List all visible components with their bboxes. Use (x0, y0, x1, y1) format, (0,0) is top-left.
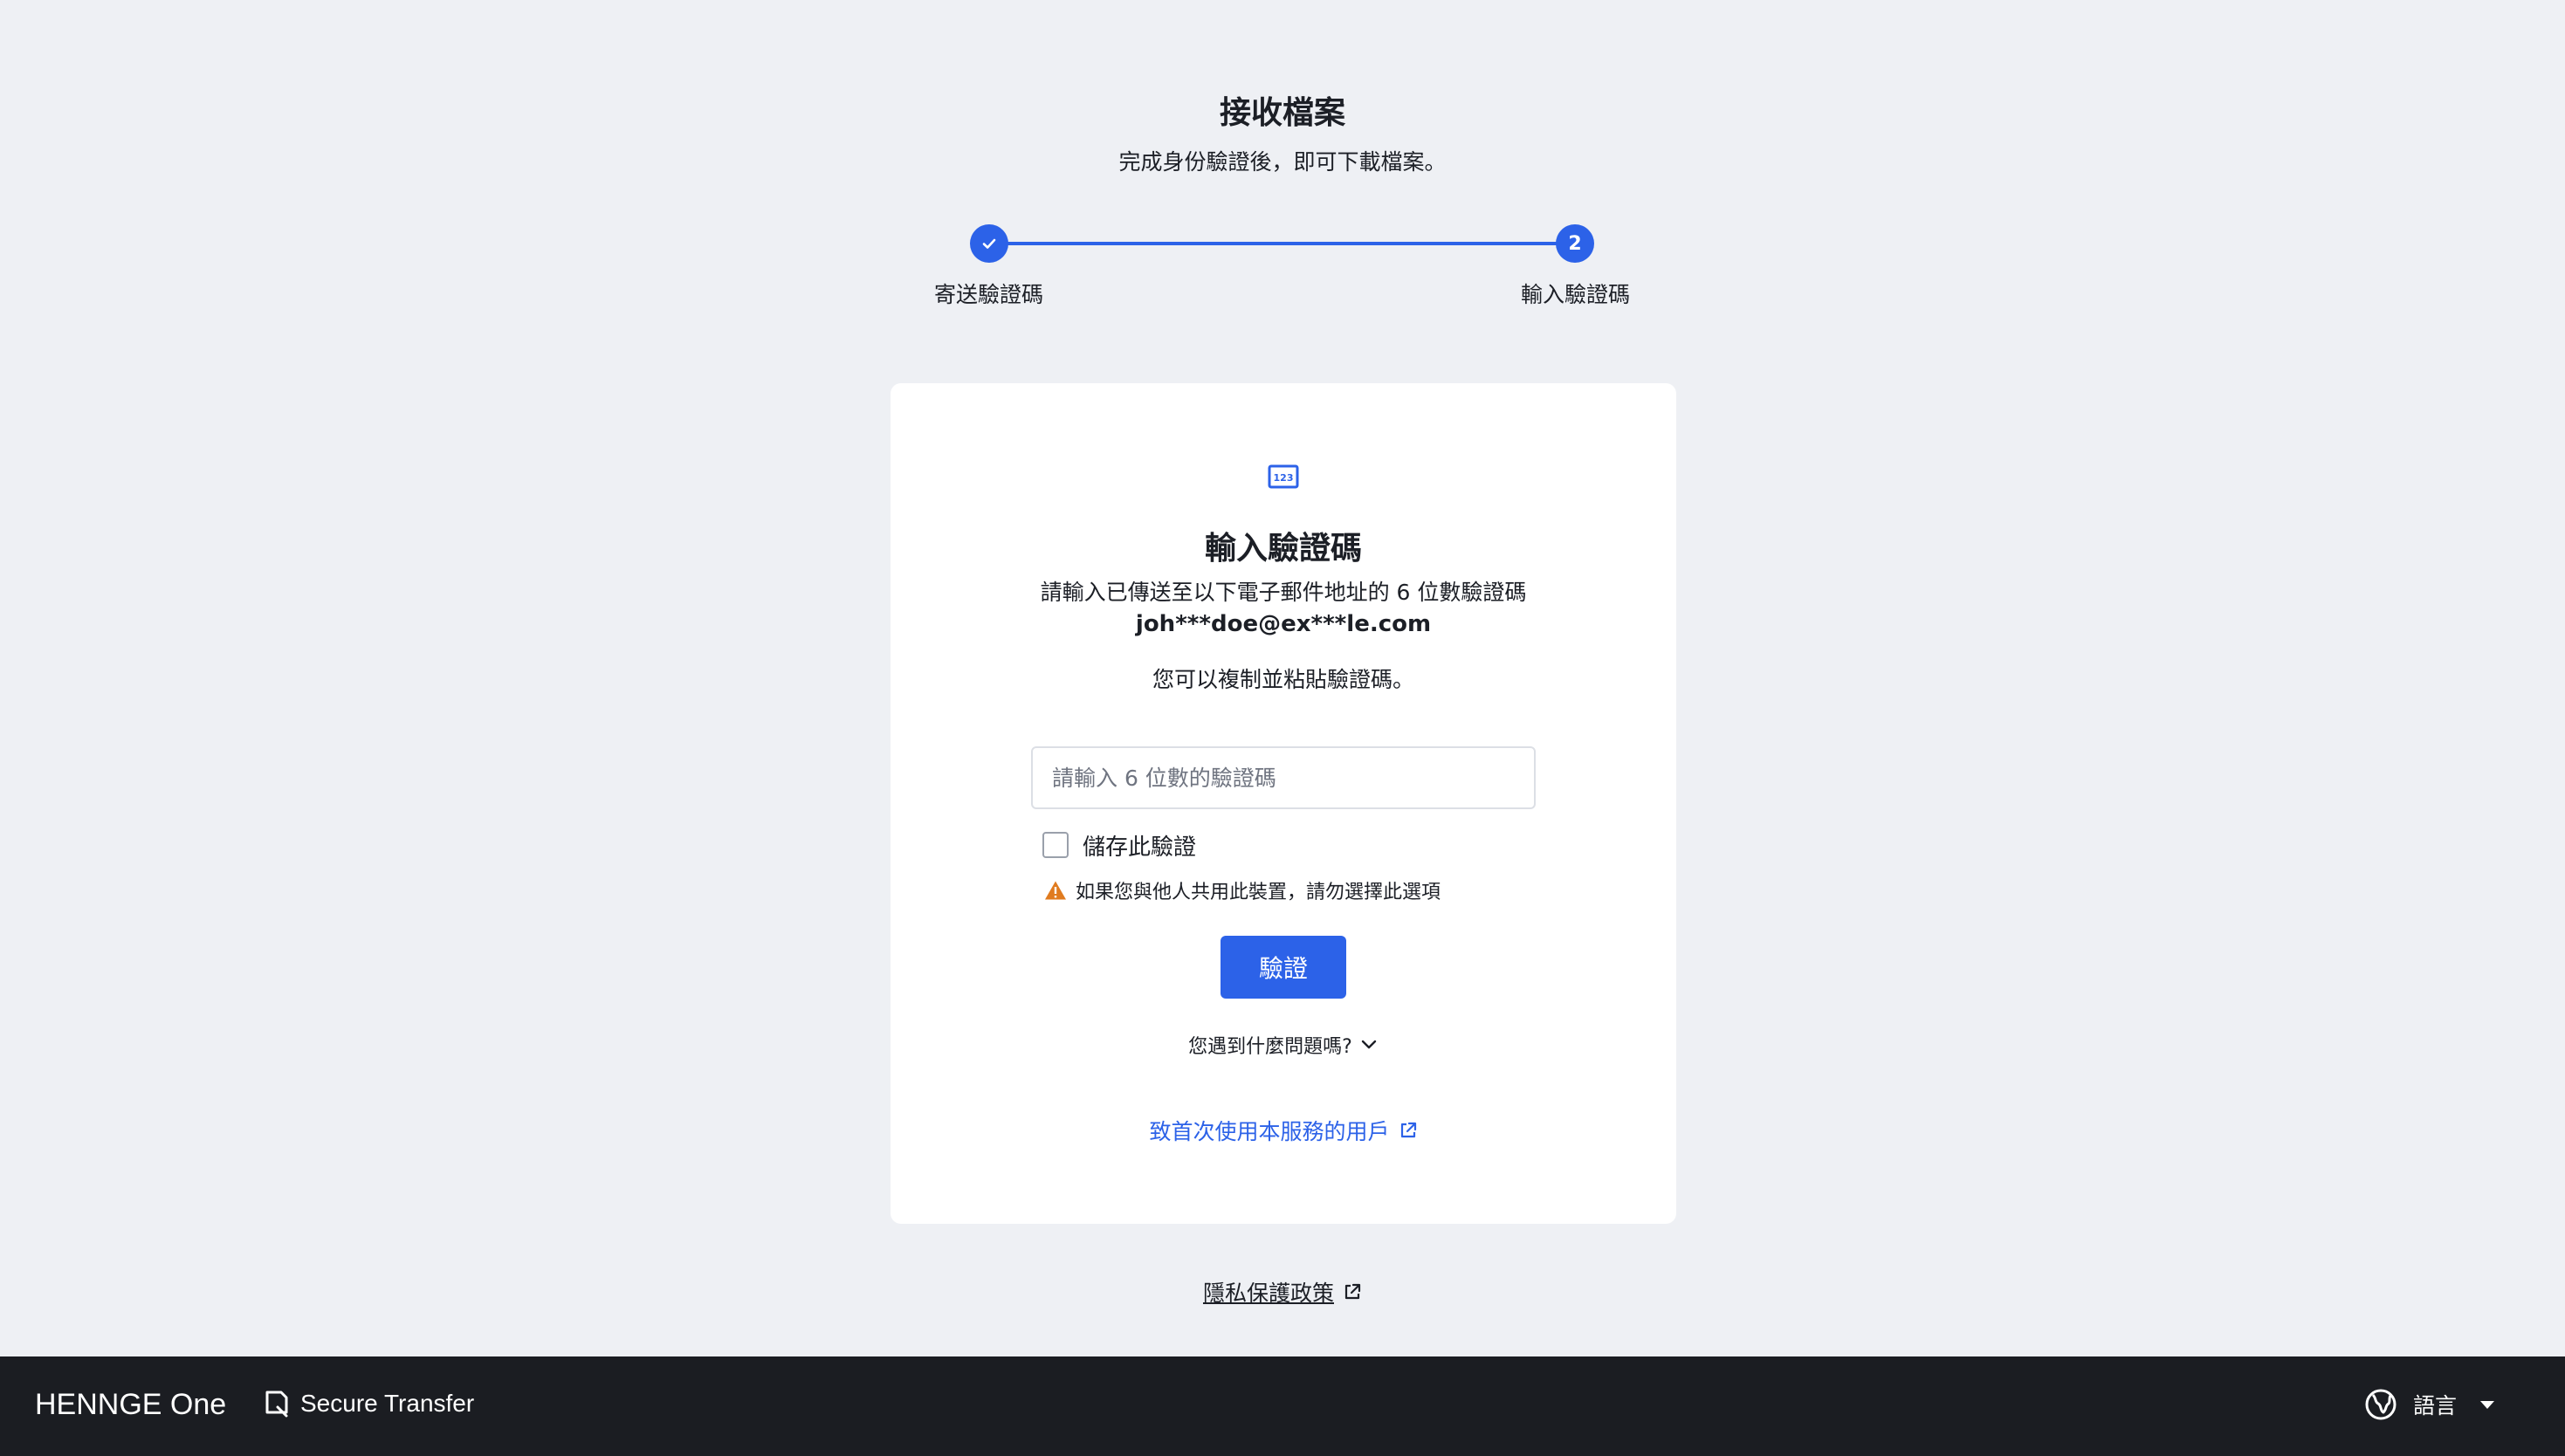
caret-down-icon (2480, 1401, 2494, 1409)
step-connector (989, 242, 1575, 245)
footer-bar: HENNGE One Secure Transfer 語言 (0, 1356, 2565, 1456)
first-time-user-link[interactable]: 致首次使用本服務的用戶 (891, 1115, 1676, 1146)
external-link-icon (1400, 1122, 1416, 1138)
masked-email: joh***doe@ex***le.com (1135, 611, 1432, 637)
verification-code-input[interactable] (1031, 746, 1536, 809)
verify-button[interactable]: 驗證 (1221, 936, 1346, 999)
external-link-icon (1344, 1283, 1361, 1300)
warning-icon (1045, 881, 1066, 900)
remember-verification-option[interactable]: 儲存此驗證 (1042, 830, 1197, 861)
verification-card: 123 輸入驗證碼 請輸入已傳送至以下電子郵件地址的 6 位數驗證碼 joh**… (891, 383, 1676, 1224)
brand-logo: HENNGE One (35, 1388, 227, 1421)
remember-checkbox[interactable] (1042, 832, 1069, 858)
step-1-label: 寄送驗證碼 (934, 282, 1044, 307)
copy-paste-hint: 您可以複制並粘貼驗證碼。 (1152, 667, 1414, 692)
problem-toggle-label: 您遇到什麼問題嗎? (1188, 1036, 1352, 1058)
product-label: Secure Transfer (300, 1390, 475, 1417)
numeric-code-icon: 123 (1268, 464, 1299, 489)
globe-icon (2365, 1389, 2397, 1420)
privacy-policy-link[interactable]: 隱私保護政策 (0, 1276, 2565, 1308)
language-label: 語言 (2412, 1393, 2457, 1418)
card-title: 輸入驗證碼 (1204, 531, 1362, 567)
page: 接收檔案 完成身份驗證後，即可下載檔案。 2 寄送驗證碼 輸入驗證碼 123 輸… (0, 0, 2565, 1456)
shared-device-warning: 如果您與他人共用此裝置，請勿選擇此選項 (1044, 876, 1441, 904)
privacy-policy-label: 隱私保護政策 (1202, 1281, 1334, 1306)
card-description: 請輸入已傳送至以下電子郵件地址的 6 位數驗證碼 (1040, 580, 1527, 605)
step-1-check-icon (970, 224, 1008, 263)
warning-text: 如果您與他人共用此裝置，請勿選擇此選項 (1076, 882, 1441, 903)
language-selector[interactable]: 語言 (2364, 1388, 2495, 1421)
chevron-down-icon (1361, 1040, 1377, 1049)
page-title: 接收檔案 (1219, 95, 1345, 131)
svg-text:123: 123 (1274, 472, 1294, 484)
remember-label: 儲存此驗證 (1083, 834, 1197, 861)
secure-transfer-icon (265, 1391, 288, 1418)
product-name: Secure Transfer (264, 1390, 474, 1418)
problem-toggle[interactable]: 您遇到什麼問題嗎? (891, 1031, 1676, 1059)
progress-stepper: 2 寄送驗證碼 輸入驗證碼 (934, 223, 1633, 311)
step-2-marker: 2 (1556, 224, 1594, 263)
page-subtitle: 完成身份驗證後，即可下載檔案。 (1118, 149, 1447, 175)
first-time-user-label: 致首次使用本服務的用戶 (1149, 1119, 1390, 1144)
step-2-label: 輸入驗證碼 (1521, 282, 1631, 307)
